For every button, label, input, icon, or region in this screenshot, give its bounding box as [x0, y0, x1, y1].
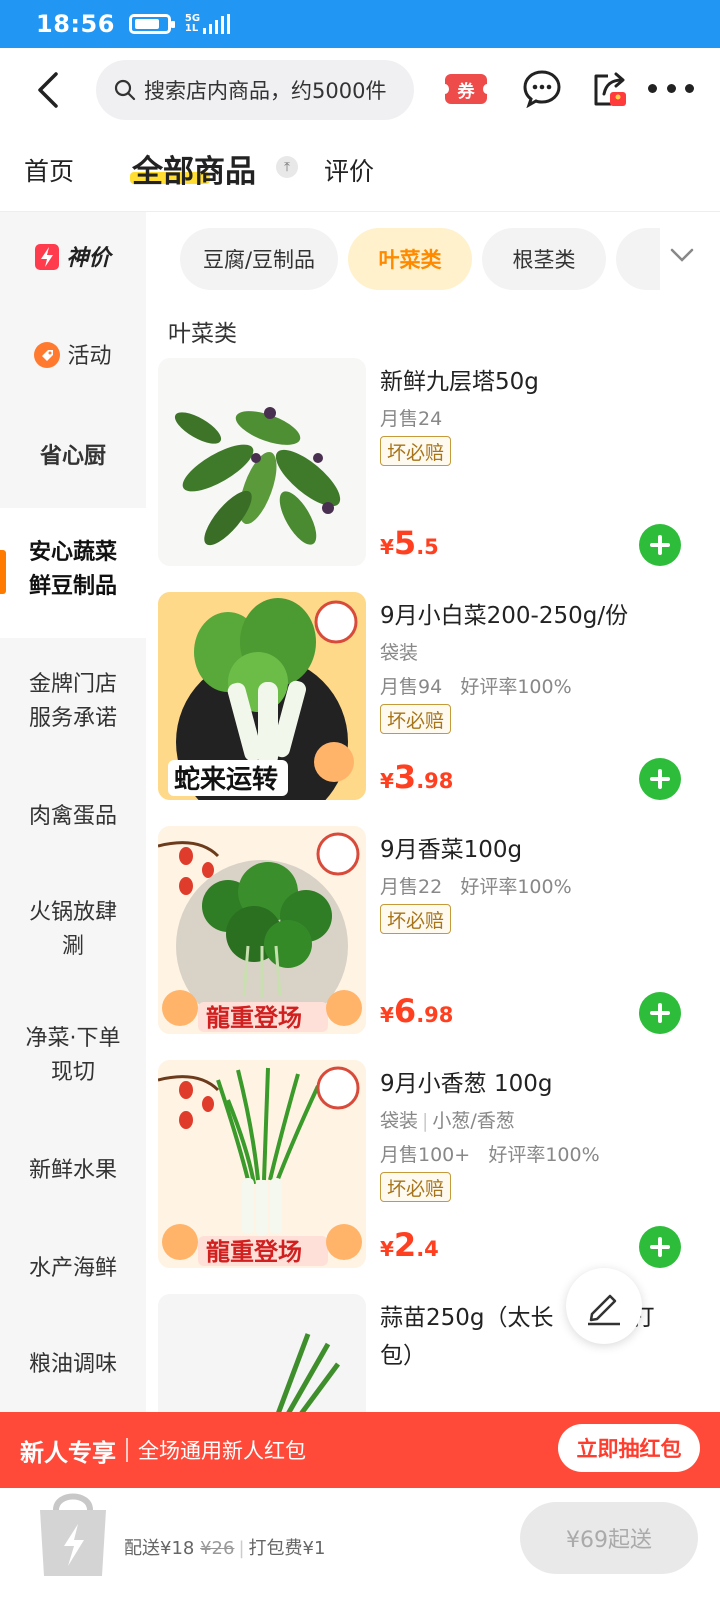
product-price: ¥3.98	[380, 758, 454, 796]
product-sales: 月售24	[380, 408, 443, 430]
chevron-down-icon[interactable]	[668, 244, 696, 266]
product-card[interactable]: 新鲜九层塔50g 月售24 坏必赔 ¥5.5	[158, 358, 706, 568]
sidebar-item-hotpot[interactable]: 火锅放肆 涮	[0, 866, 146, 996]
checkout-button[interactable]: ¥69起送	[520, 1502, 698, 1574]
delivery-fee-info: 配送¥18 ¥26 | 打包费¥1	[124, 1538, 326, 1559]
product-name: 新鲜九层塔50g	[380, 369, 539, 395]
product-sales-rating: 月售100+ 好评率100%	[380, 1144, 600, 1166]
banner-text: 蛇来运转	[174, 764, 278, 795]
sidebar-item-vegetables[interactable]: 安心蔬菜 鲜豆制品	[0, 508, 146, 638]
scroll-top-icon[interactable]: ⤒	[276, 156, 298, 178]
product-spec: 袋装	[380, 642, 419, 664]
sidebar-item-fruit[interactable]: 新鲜水果	[0, 1126, 146, 1222]
top-bar: 搜索店内商品，约5000件 券	[0, 48, 720, 132]
coupon-button[interactable]: 券	[441, 74, 491, 104]
new-user-promo-bar: 新人专享 全场通用新人红包 立即抽红包	[0, 1412, 720, 1488]
sidebar-active-indicator	[0, 550, 6, 594]
product-spec: 袋装 | 小葱/香葱	[380, 1110, 515, 1132]
section-title: 叶菜类	[168, 321, 237, 347]
cart-bar: 配送¥18 ¥26 | 打包费¥1 ¥69起送	[0, 1488, 720, 1600]
back-arrow-icon[interactable]	[30, 70, 70, 110]
search-placeholder: 搜索店内商品，约5000件	[144, 79, 387, 103]
search-icon	[114, 79, 136, 101]
tab-bar: 首页 全部商品 ⤒ 评价	[0, 132, 720, 212]
add-to-cart-button[interactable]	[639, 524, 681, 566]
guarantee-badge: 坏必赔	[380, 436, 452, 466]
guarantee-badge: 坏必赔	[380, 1172, 452, 1202]
status-time: 18:56	[36, 10, 115, 38]
add-to-cart-button[interactable]	[639, 992, 681, 1034]
tag-icon	[34, 342, 61, 368]
tab-all-products[interactable]: 全部商品	[132, 146, 256, 191]
lightning-tag-icon	[35, 244, 60, 270]
product-card[interactable]: 龍重登场 9月小香葱 100g 袋装 | 小葱/香葱 月售100+ 好评率100% …	[158, 1060, 706, 1270]
product-name: 9月小白菜200-250g/份	[380, 603, 629, 629]
product-image-coriander: 龍重登场	[158, 826, 366, 1034]
message-icon[interactable]	[522, 68, 562, 108]
product-name: 9月香菜100g	[380, 837, 523, 863]
product-sales-rating: 月售22 好评率100%	[380, 876, 572, 898]
more-icon[interactable]	[648, 80, 694, 96]
sidebar-item-gold-store[interactable]: 金牌门店 服务承诺	[0, 638, 146, 768]
guarantee-badge: 坏必赔	[380, 904, 452, 934]
pencil-icon	[588, 1294, 620, 1326]
banner-text: 龍重登场	[206, 1238, 302, 1266]
chip-leafy-greens[interactable]: 叶菜类	[348, 228, 472, 290]
sidebar-item-seafood[interactable]: 水产海鲜	[0, 1222, 146, 1318]
product-name: 9月小香葱 100g	[380, 1071, 553, 1097]
product-image-bok-choy: 蛇来运转	[158, 592, 366, 800]
product-sales-rating: 月售94 好评率100%	[380, 676, 572, 698]
tab-reviews[interactable]: 评价	[324, 152, 374, 188]
chip-more[interactable]	[616, 228, 660, 290]
product-price: ¥5.5	[380, 524, 439, 562]
product-card[interactable]: 龍重登场 9月香菜100g 月售22 好评率100% 坏必赔 ¥6.98	[158, 826, 706, 1036]
product-price: ¥2.4	[380, 1226, 439, 1264]
network-label: 5G 1L	[184, 13, 201, 34]
status-bar: 18:56 5G 1L	[0, 0, 720, 48]
product-image-basil	[158, 358, 366, 566]
signal-icon	[203, 14, 231, 34]
sidebar-item-activity[interactable]: 活动	[0, 308, 146, 408]
draw-red-packet-button[interactable]: 立即抽红包	[558, 1424, 700, 1472]
battery-icon	[128, 14, 175, 34]
add-to-cart-button[interactable]	[639, 1226, 681, 1268]
promo-title: 新人专享	[20, 1438, 116, 1467]
category-sidebar: 神价 活动 省心厨 安心蔬菜 鲜豆制品 金牌门店 服务承诺 肉禽蛋品 火锅放肆 …	[0, 212, 146, 1412]
promo-divider	[126, 1438, 128, 1462]
subcategory-chips: 豆腐/豆制品 叶菜类 根茎类	[160, 222, 660, 290]
product-image-garlic-sprout	[158, 1294, 366, 1412]
banner-text: 龍重登场	[206, 1004, 302, 1032]
share-icon[interactable]	[588, 68, 632, 112]
shopping-bag-icon[interactable]	[32, 1480, 114, 1580]
guarantee-badge: 坏必赔	[380, 704, 452, 734]
product-image-scallion: 龍重登场	[158, 1060, 366, 1268]
sidebar-item-meat[interactable]: 肉禽蛋品	[0, 768, 146, 866]
promo-subtitle: 全场通用新人红包	[138, 1439, 306, 1463]
sidebar-item-chef[interactable]: 省心厨	[0, 408, 146, 508]
sidebar-item-deal[interactable]: 神价	[0, 212, 146, 308]
search-input[interactable]: 搜索店内商品，约5000件	[96, 60, 414, 120]
sidebar-item-cut-vegetables[interactable]: 净菜·下单 现切	[0, 996, 146, 1126]
chip-root-vegetables[interactable]: 根茎类	[482, 228, 606, 290]
product-price: ¥6.98	[380, 992, 454, 1030]
edit-button[interactable]	[566, 1268, 642, 1344]
tab-home[interactable]: 首页	[24, 152, 74, 188]
add-to-cart-button[interactable]	[639, 758, 681, 800]
product-card[interactable]: 蛇来运转 9月小白菜200-250g/份 袋装 月售94 好评率100% 坏必赔…	[158, 592, 706, 802]
sidebar-item-grain-oil[interactable]: 粮油调味	[0, 1318, 146, 1412]
product-name-line2: 包）	[380, 1343, 426, 1369]
chip-tofu[interactable]: 豆腐/豆制品	[180, 228, 338, 290]
